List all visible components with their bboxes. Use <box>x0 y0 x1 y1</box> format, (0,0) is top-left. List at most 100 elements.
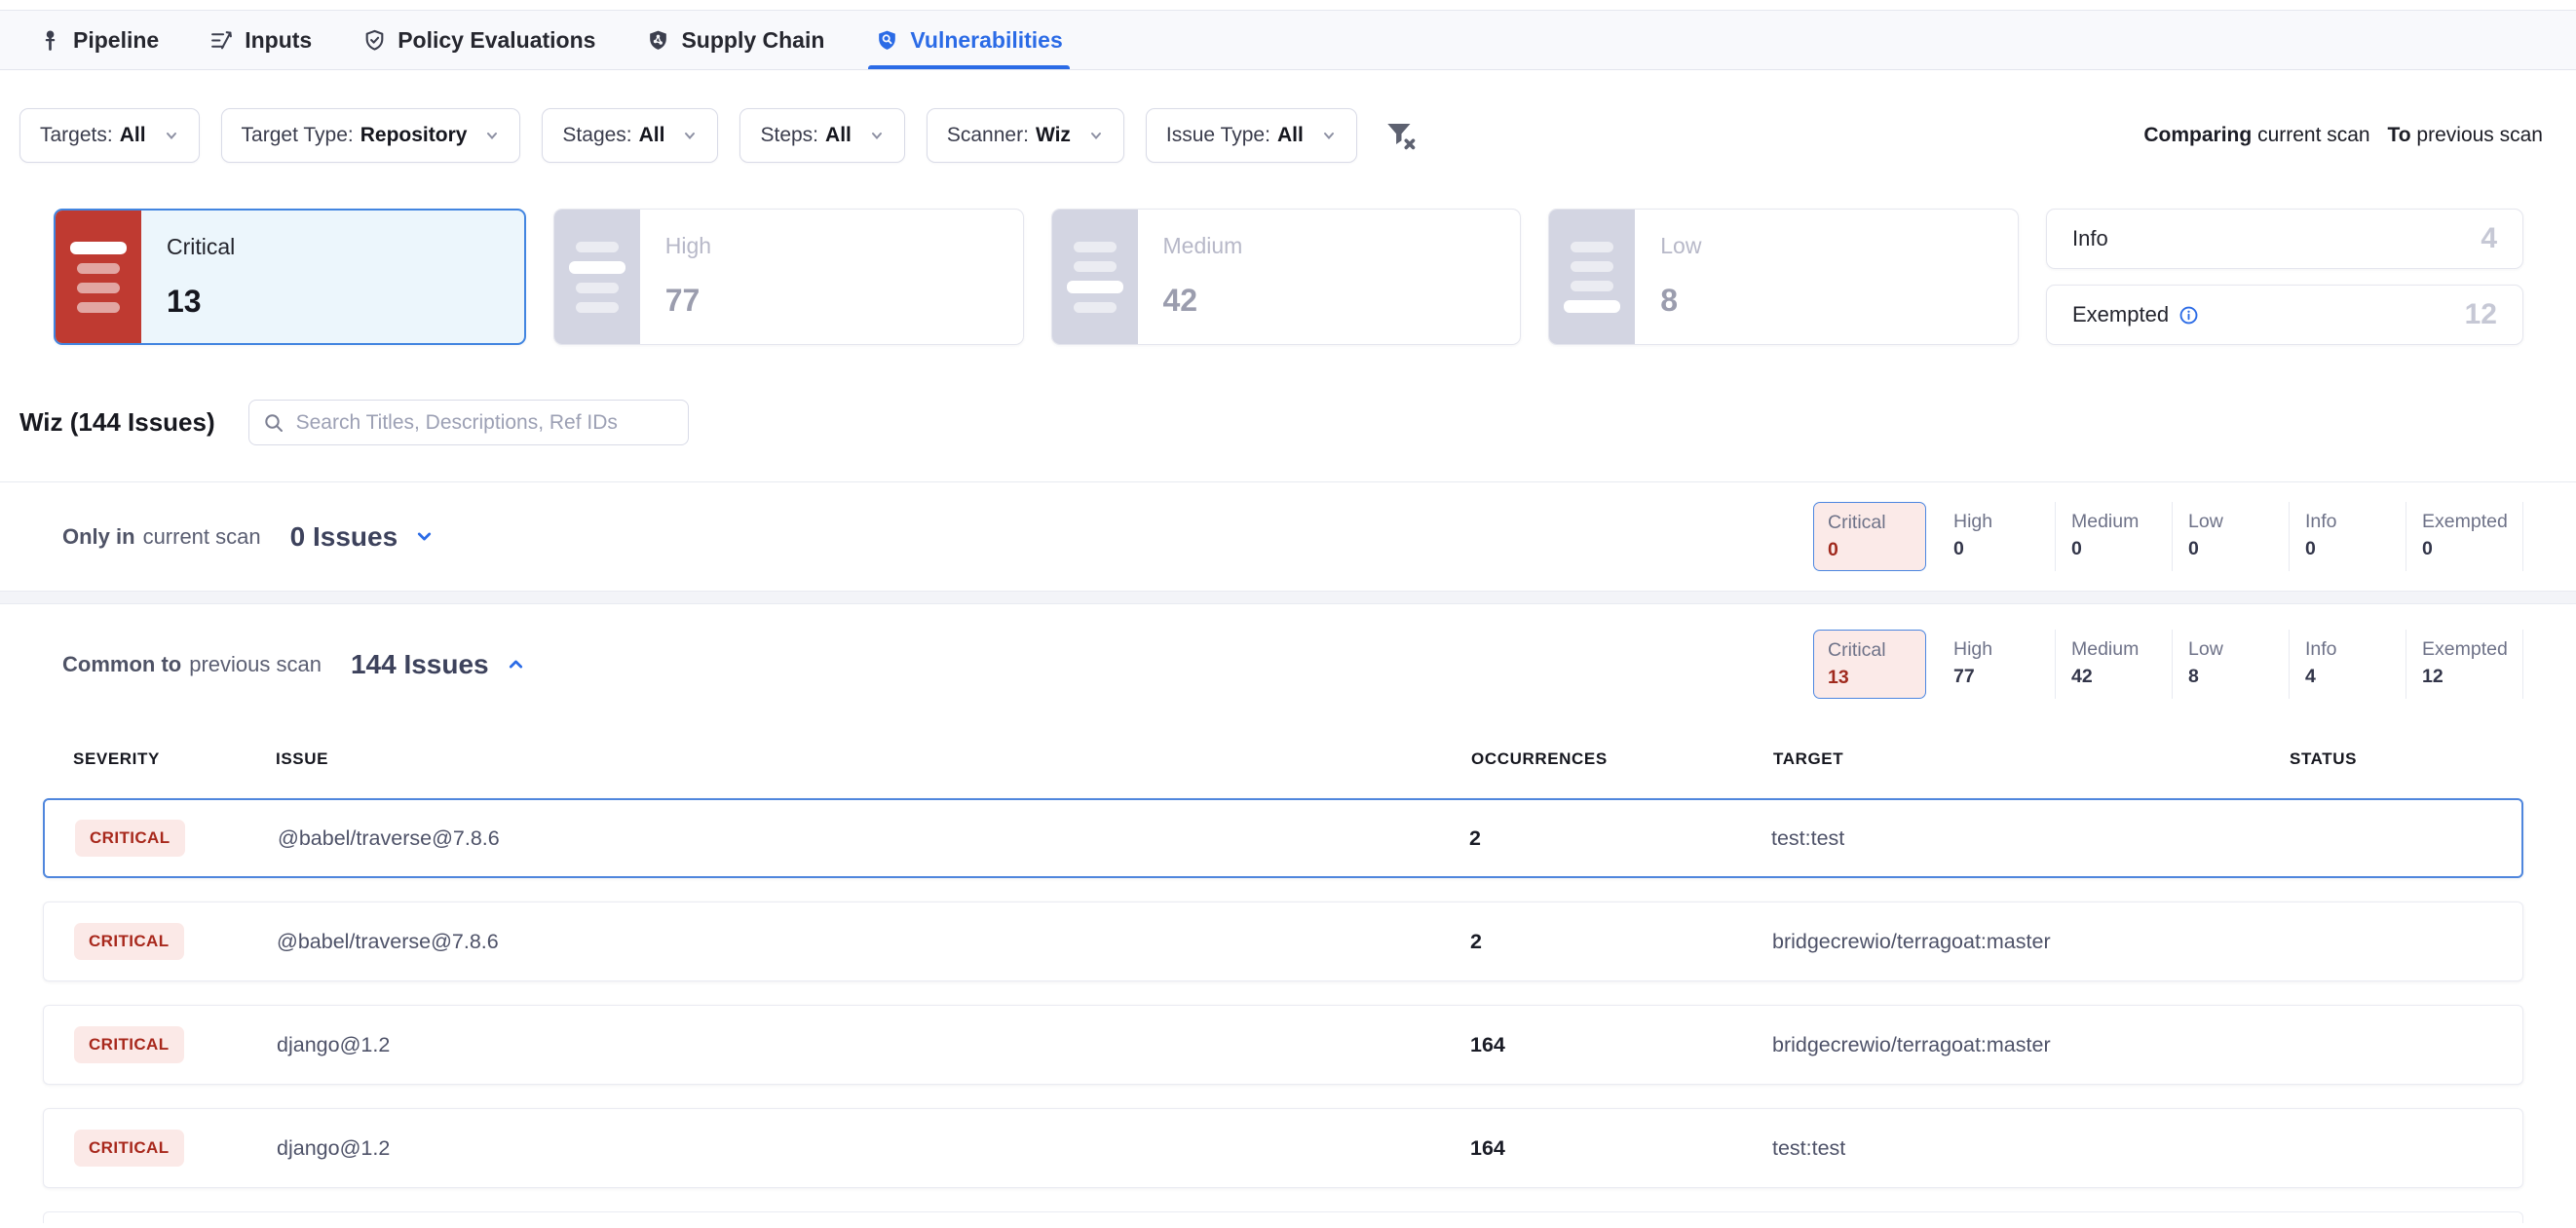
chip-label: Critical <box>1828 639 1912 662</box>
tab-label: Vulnerabilities <box>910 27 1062 54</box>
severity-chip[interactable]: Critical 13 <box>1813 630 1926 699</box>
occurrences-cell: 164 <box>1470 1136 1772 1161</box>
severity-level-icon <box>56 211 141 343</box>
policy-evaluations-icon <box>362 28 387 53</box>
filter-dropdowns: Targets: All Target Type: Repository Sta… <box>19 108 1357 163</box>
tab-pipeline[interactable]: Pipeline <box>35 11 162 69</box>
chevron-icon[interactable] <box>505 653 527 675</box>
occurrences-cell: 164 <box>1470 1033 1772 1057</box>
tab-supply-chain[interactable]: Supply Chain <box>643 11 827 69</box>
table-row[interactable]: CRITICAL @babel/traverse@7.8.6 2 test:te… <box>43 798 2523 878</box>
severity-chip[interactable]: Exempted 0 <box>2406 502 2522 571</box>
issue-cell: @babel/traverse@7.8.6 <box>278 826 1469 851</box>
severity-card-label: High <box>665 233 711 259</box>
search-input[interactable] <box>248 400 689 445</box>
severity-chip[interactable]: Critical 0 <box>1813 502 1926 571</box>
severity-chip[interactable]: Info 4 <box>2289 630 2406 699</box>
severity-chip[interactable]: Medium 42 <box>2055 630 2172 699</box>
chevron-down-icon <box>1086 126 1106 145</box>
filter-value: All <box>639 124 665 147</box>
filter-dropdown[interactable]: Targets: All <box>19 108 200 163</box>
chevron-down-icon <box>162 126 181 145</box>
severity-card-count: 42 <box>1163 283 1243 319</box>
severity-badge: CRITICAL <box>74 923 184 960</box>
severity-card-label: Medium <box>1163 233 1243 259</box>
filter-dropdown[interactable]: Scanner: Wiz <box>927 108 1124 163</box>
filter-dropdown[interactable]: Steps: All <box>739 108 904 163</box>
filter-dropdown[interactable]: Issue Type: All <box>1146 108 1357 163</box>
severity-chip[interactable]: Low 0 <box>2172 502 2289 571</box>
comparing-previous: previous scan <box>2416 124 2543 146</box>
severity-level-icon <box>1052 210 1138 344</box>
table-row[interactable]: CRITICAL django@1.2 164 test:test <box>43 1108 2523 1188</box>
chip-value: 0 <box>2422 538 2522 560</box>
table-row[interactable]: CRITICAL django@1.2 164 bridgecrewio/ter… <box>43 1005 2523 1085</box>
severity-cards: Critical 13 High 77 Medium <box>0 209 2576 345</box>
mini-card-label: Info <box>2072 226 2108 251</box>
tab-label: Inputs <box>245 27 312 54</box>
issues-table: SEVERITY ISSUE OCCURRENCES TARGET STATUS… <box>0 749 2576 1223</box>
filter-label: Scanner: <box>947 124 1029 147</box>
chevron-down-icon <box>680 126 700 145</box>
section-toggle[interactable]: Only in current scan 0 Issues <box>62 521 436 553</box>
filter-value: All <box>120 124 146 147</box>
chevron-icon[interactable] <box>413 525 436 548</box>
mini-card-count: 12 <box>2465 298 2497 331</box>
tab-vulnerabilities[interactable]: Vulnerabilities <box>872 11 1065 69</box>
section-toggle[interactable]: Common to previous scan 144 Issues <box>62 649 527 680</box>
scan-section: Only in current scan 0 Issues Critical 0… <box>0 482 2576 592</box>
table-body: CRITICAL @babel/traverse@7.8.6 2 test:te… <box>43 798 2523 1188</box>
severity-chip[interactable]: Info 0 <box>2289 502 2406 571</box>
severity-chip[interactable]: Exempted 12 <box>2406 630 2522 699</box>
tab-policy-evaluations[interactable]: Policy Evaluations <box>360 11 598 69</box>
filter-value: All <box>1277 124 1304 147</box>
column-header-severity: SEVERITY <box>73 749 276 769</box>
tab-bar: Pipeline Inputs Policy Evaluations Suppl… <box>0 10 2576 70</box>
severity-badge: CRITICAL <box>74 1130 184 1167</box>
chip-value: 0 <box>2071 538 2172 560</box>
mini-card-label: Exempted <box>2072 302 2169 327</box>
severity-card[interactable]: Medium 42 <box>1051 209 1522 345</box>
chip-value: 42 <box>2071 666 2172 688</box>
comparing-to-label: To <box>2387 124 2410 146</box>
severity-card-list: Critical 13 High 77 Medium <box>54 209 2019 345</box>
comparison-status: Comparing current scan To previous scan <box>2143 124 2543 147</box>
issue-cell: django@1.2 <box>277 1033 1470 1057</box>
filter-dropdown[interactable]: Stages: All <box>542 108 718 163</box>
clear-filters-button[interactable] <box>1379 115 1421 156</box>
mini-severity-card[interactable]: Exempted 12 <box>2046 285 2523 345</box>
issue-cell: django@1.2 <box>277 1136 1470 1161</box>
severity-chip[interactable]: High 0 <box>1938 502 2055 571</box>
comparing-label: Comparing <box>2143 124 2252 146</box>
severity-chip[interactable]: Low 8 <box>2172 630 2289 699</box>
tab-inputs[interactable]: Inputs <box>207 11 315 69</box>
chip-label: Critical <box>1828 512 1912 534</box>
severity-card[interactable]: Critical 13 <box>54 209 526 345</box>
filter-dropdown[interactable]: Target Type: Repository <box>221 108 521 163</box>
chip-value: 0 <box>2305 538 2406 560</box>
table-row[interactable]: CRITICAL @babel/traverse@7.8.6 2 bridgec… <box>43 902 2523 981</box>
severity-card-label: Low <box>1660 233 1701 259</box>
vulnerabilities-icon <box>875 28 899 53</box>
comparing-current: current scan <box>2257 124 2370 146</box>
severity-badge: CRITICAL <box>74 1026 184 1063</box>
chevron-down-icon <box>1319 126 1339 145</box>
tab-label: Policy Evaluations <box>398 27 595 54</box>
info-icon[interactable] <box>2178 305 2199 326</box>
filter-label: Targets: <box>40 124 113 147</box>
chip-label: Exempted <box>2422 638 2522 661</box>
filter-clear-icon <box>1383 119 1418 152</box>
filter-value: Repository <box>360 124 468 147</box>
chip-value: 13 <box>1828 667 1912 689</box>
chip-label: Info <box>2305 638 2406 661</box>
chip-value: 12 <box>2422 666 2522 688</box>
target-cell: bridgecrewio/terragoat:master <box>1772 1033 2289 1057</box>
severity-card[interactable]: High 77 <box>553 209 1024 345</box>
chip-label: Exempted <box>2422 511 2522 533</box>
severity-chip[interactable]: Medium 0 <box>2055 502 2172 571</box>
severity-chip[interactable]: High 77 <box>1938 630 2055 699</box>
mini-severity-card[interactable]: Info 4 <box>2046 209 2523 269</box>
chip-label: Medium <box>2071 638 2172 661</box>
tab-label: Pipeline <box>73 27 159 54</box>
severity-card[interactable]: Low 8 <box>1548 209 2019 345</box>
